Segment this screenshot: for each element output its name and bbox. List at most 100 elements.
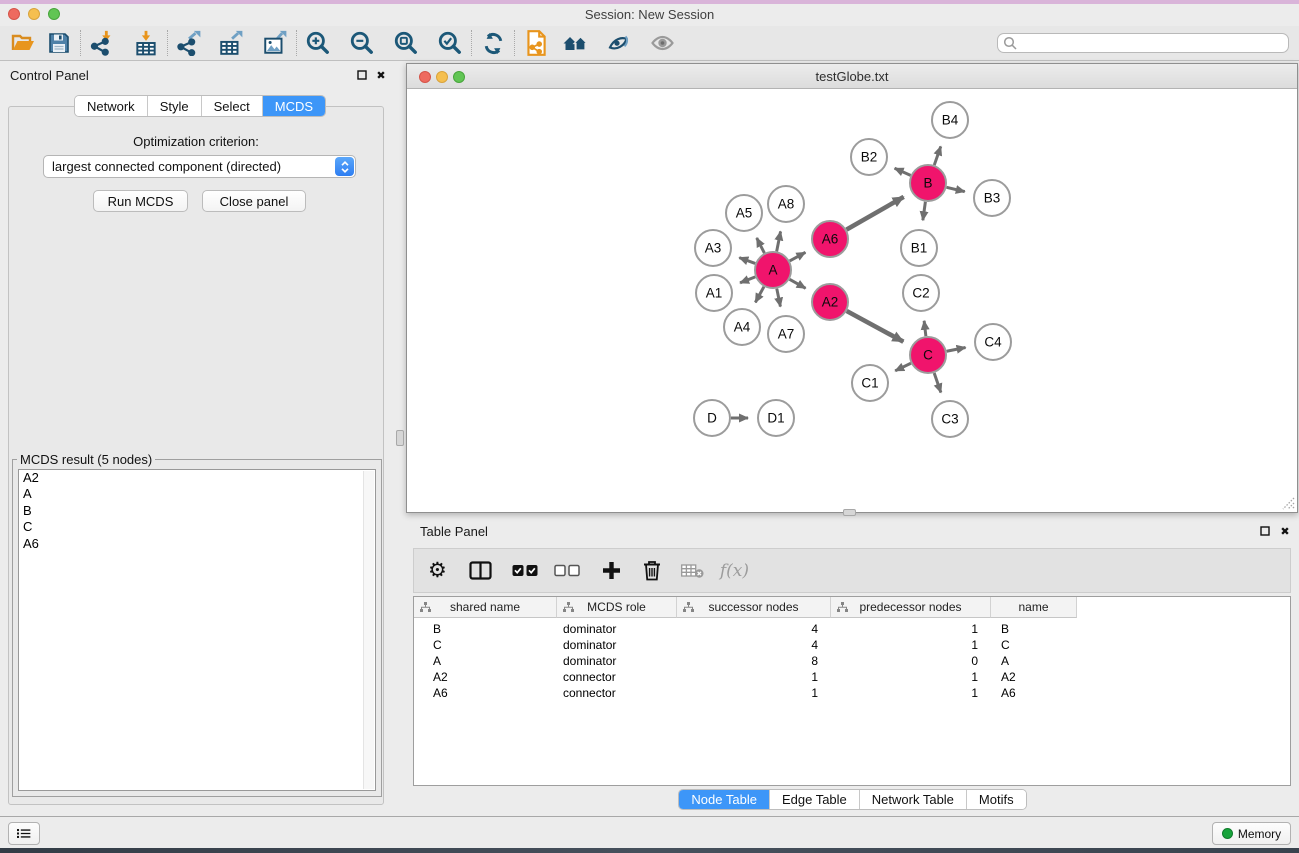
table-cell: B — [991, 622, 1077, 636]
edge-A-A1[interactable] — [740, 277, 755, 283]
hide-selected-button[interactable] — [603, 29, 633, 57]
export-network-button[interactable] — [174, 29, 204, 57]
edge-C-C4[interactable] — [947, 347, 966, 351]
edge-A-A8[interactable] — [777, 231, 781, 251]
show-all-button[interactable] — [647, 29, 677, 57]
close-panel-button[interactable]: Close panel — [202, 190, 306, 212]
save-session-button[interactable] — [44, 29, 74, 57]
search-field[interactable] — [997, 33, 1289, 53]
optimization-criterion-select[interactable]: largest connected component (directed) — [43, 155, 356, 178]
select-all-button[interactable] — [512, 556, 538, 586]
network-canvas[interactable]: AA1A2A3A4A5A6A7A8BB1B2B3B4CC1C2C3C4DD1 — [407, 89, 1297, 512]
apply-preferred-layout-button[interactable] — [478, 29, 508, 57]
zoom-out-button[interactable] — [347, 29, 377, 57]
column-header-predecessor-nodes[interactable]: predecessor nodes — [831, 597, 991, 618]
network-window-titlebar[interactable]: testGlobe.txt — [407, 64, 1297, 89]
open-file-button[interactable] — [8, 29, 38, 57]
edge-B-B2[interactable] — [895, 168, 911, 175]
tab-network-table[interactable]: Network Table — [860, 790, 967, 809]
zoom-selected-button[interactable] — [435, 29, 465, 57]
desktop-background-strip — [0, 848, 1299, 853]
toolbar-separator — [80, 30, 81, 56]
result-list-scrollbar[interactable] — [363, 471, 374, 789]
table-row[interactable]: A6connector11A6 — [414, 685, 1290, 701]
tab-select[interactable]: Select — [202, 96, 263, 116]
edge-B-B1[interactable] — [923, 202, 926, 220]
float-panel-icon[interactable] — [355, 68, 369, 82]
run-mcds-button[interactable]: Run MCDS — [93, 190, 188, 212]
close-panel-icon[interactable]: ✖ — [374, 68, 388, 82]
search-input[interactable] — [1017, 35, 1288, 51]
node-table[interactable]: shared nameMCDS rolesuccessor nodesprede… — [413, 596, 1291, 786]
import-network-button[interactable] — [87, 29, 117, 57]
edge-B-B3[interactable] — [946, 187, 964, 191]
function-builder-button[interactable]: f(x) — [720, 556, 749, 586]
horizontal-splitter-handle[interactable] — [843, 509, 856, 516]
import-table-button[interactable] — [131, 29, 161, 57]
table-cell: 1 — [831, 670, 991, 684]
zoom-out-icon — [349, 30, 375, 56]
tab-edge-table[interactable]: Edge Table — [770, 790, 860, 809]
tab-network[interactable]: Network — [75, 96, 148, 116]
network-graph[interactable]: AA1A2A3A4A5A6A7A8BB1B2B3B4CC1C2C3C4DD1 — [407, 89, 1297, 512]
table-row[interactable]: Adominator80A — [414, 653, 1290, 669]
edge-A-A6[interactable] — [790, 252, 806, 261]
delete-table-button[interactable] — [681, 556, 704, 586]
column-header-successor-nodes[interactable]: successor nodes — [677, 597, 831, 618]
table-cell: A6 — [414, 686, 557, 700]
edge-A2-C[interactable] — [847, 311, 904, 342]
resize-grip-icon[interactable] — [1279, 494, 1295, 510]
delete-column-button[interactable] — [643, 556, 661, 586]
tab-motifs[interactable]: Motifs — [967, 790, 1026, 809]
edge-A6-B[interactable] — [846, 197, 903, 230]
table-cell: 8 — [677, 654, 831, 668]
edge-C-C2[interactable] — [924, 321, 926, 336]
float-table-panel-icon[interactable] — [1258, 524, 1272, 538]
table-options-button[interactable]: ⚙ — [428, 556, 447, 586]
tab-node-table[interactable]: Node Table — [679, 790, 770, 809]
result-item[interactable]: A2 — [19, 470, 375, 486]
edge-A-A5[interactable] — [757, 238, 765, 253]
column-header-name[interactable]: name — [991, 597, 1077, 618]
zoom-fit-button[interactable] — [391, 29, 421, 57]
column-header-MCDS-role[interactable]: MCDS role — [557, 597, 677, 618]
result-item[interactable]: C — [19, 519, 375, 535]
edge-A-A3[interactable] — [739, 258, 755, 264]
table-row[interactable]: Bdominator41B — [414, 621, 1290, 637]
result-item[interactable]: A6 — [19, 536, 375, 552]
edge-C-C1[interactable] — [895, 363, 911, 371]
mcds-result-list[interactable]: A2ABCA6 — [18, 469, 376, 791]
add-column-button[interactable] — [602, 556, 621, 586]
edge-A-A7[interactable] — [777, 289, 781, 307]
task-history-button[interactable] — [8, 822, 40, 845]
table-row[interactable]: A2connector11A2 — [414, 669, 1290, 685]
columns-icon — [469, 561, 492, 580]
export-table-button[interactable] — [216, 29, 246, 57]
edge-A-A4[interactable] — [755, 287, 764, 303]
table-header-row: shared nameMCDS rolesuccessor nodesprede… — [414, 597, 1077, 618]
tab-style[interactable]: Style — [148, 96, 202, 116]
table-cell: dominator — [557, 654, 677, 668]
edge-C-C3[interactable] — [934, 373, 941, 393]
memory-button[interactable]: Memory — [1212, 822, 1291, 845]
show-column-button[interactable] — [469, 556, 492, 586]
edge-A-A2[interactable] — [790, 279, 806, 288]
new-network-from-selection-button[interactable] — [521, 29, 551, 57]
deselect-all-button[interactable] — [554, 556, 580, 586]
tab-mcds[interactable]: MCDS — [263, 96, 325, 116]
column-header-shared-name[interactable]: shared name — [414, 597, 557, 618]
export-image-button[interactable] — [260, 29, 290, 57]
result-item[interactable]: A — [19, 486, 375, 502]
close-table-panel-icon[interactable]: ✖ — [1278, 524, 1292, 538]
result-item[interactable]: B — [19, 503, 375, 519]
toolbar-separator — [471, 30, 472, 56]
window-titlebar[interactable]: Session: New Session — [0, 4, 1299, 26]
vertical-splitter-handle[interactable] — [396, 430, 404, 446]
list-icon — [17, 826, 31, 841]
show-graphics-details-button[interactable] — [561, 29, 591, 57]
table-panel-header: Table Panel ✖ — [406, 518, 1299, 544]
edge-B-B4[interactable] — [934, 146, 941, 165]
node-label-D1: D1 — [767, 411, 784, 426]
table-row[interactable]: Cdominator41C — [414, 637, 1290, 653]
zoom-in-button[interactable] — [303, 29, 333, 57]
